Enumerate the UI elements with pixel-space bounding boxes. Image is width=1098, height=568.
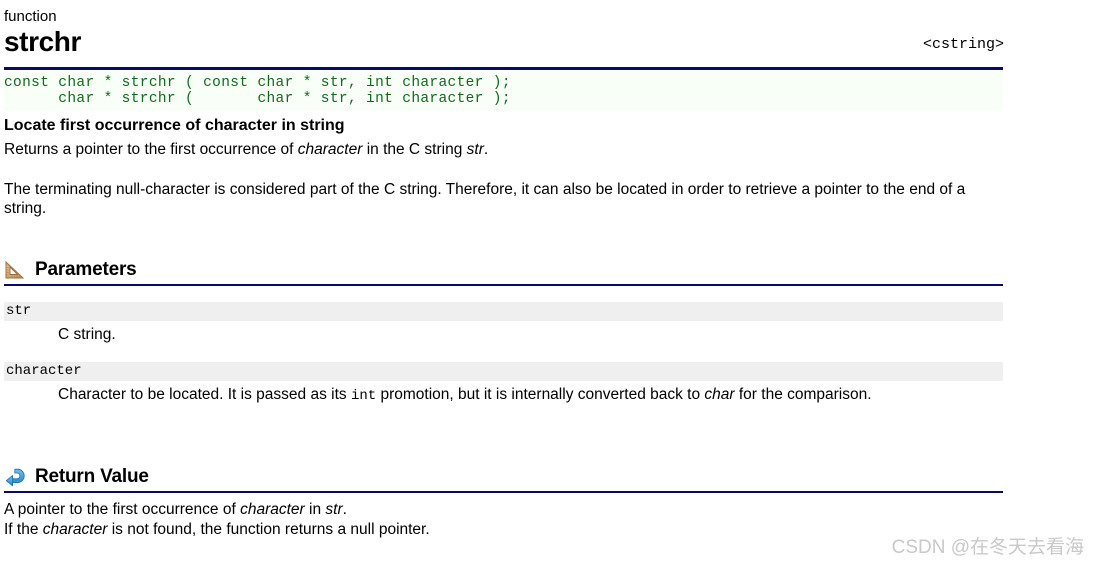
- inline-text: for the comparison.: [734, 386, 872, 403]
- description-paragraph-1: Returns a pointer to the first occurrenc…: [4, 140, 999, 159]
- inline-emphasis: character: [42, 521, 108, 538]
- reference-page: function strchr <cstring> const char * s…: [0, 0, 1098, 568]
- inline-text: Returns a pointer to the first occurrenc…: [4, 141, 298, 158]
- inline-text: in the C string: [362, 141, 467, 158]
- parameter-list: str C string. character Character to be …: [4, 302, 1003, 406]
- section-parameters: Parameters: [4, 258, 1003, 286]
- inline-emphasis: character: [297, 141, 363, 158]
- section-return-value: Return Value: [4, 465, 1003, 493]
- section-divider-parameters: [4, 284, 1003, 286]
- return-arrow-icon: [4, 466, 26, 488]
- section-header-return-value: Return Value: [4, 465, 1003, 491]
- inline-text: C string.: [58, 326, 116, 343]
- inline-text: is not found, the function returns a nul…: [107, 521, 430, 538]
- parameter-name: str: [4, 302, 1003, 321]
- parameter-description: C string.: [58, 325, 978, 344]
- inline-text: .: [483, 141, 489, 158]
- title-row: strchr <cstring>: [4, 26, 1004, 57]
- inline-text: in: [304, 501, 326, 518]
- inline-text: promotion, but it is internally converte…: [376, 386, 705, 403]
- title-divider: [4, 67, 1003, 70]
- inline-emphasis: character: [240, 501, 305, 518]
- return-value-line: A pointer to the first occurrence of cha…: [4, 500, 1003, 520]
- header-include-link[interactable]: <cstring>: [923, 35, 1004, 57]
- inline-emphasis: str: [466, 141, 484, 158]
- page-header: function strchr <cstring>: [4, 8, 1004, 57]
- prototype-line: const char * strchr ( const char * str, …: [4, 75, 511, 91]
- inline-text: .: [342, 501, 347, 518]
- csdn-watermark: CSDN @在冬天去看海: [891, 537, 1084, 558]
- inline-emphasis: str: [325, 501, 343, 518]
- section-title-parameters: Parameters: [35, 259, 137, 280]
- return-value-line: If the character is not found, the funct…: [4, 520, 1003, 540]
- section-title-return-value: Return Value: [35, 466, 149, 487]
- description-headline: Locate first occurrence of character in …: [4, 117, 345, 134]
- inline-code: int: [350, 388, 377, 404]
- section-header-parameters: Parameters: [4, 258, 1003, 284]
- prototype-code-block: const char * strchr ( const char * str, …: [4, 72, 1003, 111]
- section-divider-return-value: [4, 491, 1003, 493]
- return-value-body: A pointer to the first occurrence of cha…: [4, 500, 1003, 540]
- page-title: strchr: [4, 26, 81, 57]
- prototype-line: char * strchr ( char * str, int characte…: [4, 91, 511, 107]
- inline-emphasis: char: [704, 386, 735, 403]
- parameter-description: Character to be located. It is passed as…: [58, 385, 978, 406]
- parameter-name: character: [4, 362, 1003, 381]
- inline-text: If the: [4, 521, 43, 538]
- entity-kind-label: function: [4, 8, 57, 25]
- inline-text: A pointer to the first occurrence of: [4, 501, 241, 518]
- ruler-triangle-icon: [4, 259, 26, 281]
- description-paragraph-2: The terminating null-character is consid…: [4, 181, 966, 217]
- description-block: Locate first occurrence of character in …: [4, 116, 999, 218]
- inline-text: Character to be located. It is passed as…: [58, 386, 351, 403]
- parameter-spacer: [4, 344, 1003, 362]
